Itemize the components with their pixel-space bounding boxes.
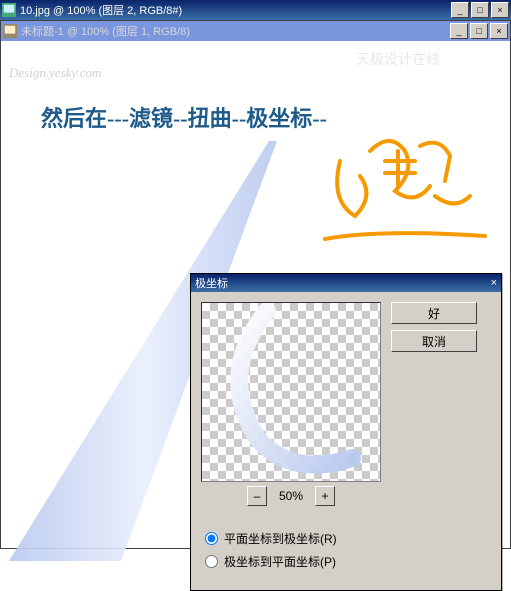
outer-window-title: 10.jpg @ 100% (图层 2, RGB/8#) (20, 2, 449, 18)
radio-rect-to-polar[interactable]: 平面坐标到极坐标(R) (205, 530, 487, 547)
maximize-button[interactable]: □ (471, 2, 489, 18)
radio-polar-to-rect-input[interactable] (205, 555, 218, 568)
canvas-area[interactable]: 天极设计在线 Design.yesky.com 然后在---滤镜--扭曲--极坐… (1, 41, 510, 548)
app-icon (2, 3, 16, 17)
dialog-title-bar[interactable]: 极坐标 × (191, 274, 501, 292)
doc-minimize-button[interactable]: _ (450, 23, 468, 39)
preview-curve-artwork (202, 303, 380, 481)
inner-title-bar: 未标题-1 @ 100% (图层 1, RGB/8) _ □ × (1, 21, 510, 41)
radio-rect-to-polar-input[interactable] (205, 532, 218, 545)
polar-coordinates-dialog: 极坐标 × – 50% + (190, 273, 502, 591)
dialog-title: 极坐标 (195, 275, 491, 291)
ok-button[interactable]: 好 (391, 302, 477, 324)
preview-area[interactable] (201, 302, 381, 482)
watermark-badge: 天极设计在线 (356, 49, 440, 69)
minimize-button[interactable]: _ (451, 2, 469, 18)
dialog-close-button[interactable]: × (491, 277, 497, 289)
radio-polar-to-rect[interactable]: 极坐标到平面坐标(P) (205, 553, 487, 570)
document-window: 未标题-1 @ 100% (图层 1, RGB/8) _ □ × 天极设计在线 … (0, 20, 511, 549)
inner-window-title: 未标题-1 @ 100% (图层 1, RGB/8) (21, 23, 448, 39)
zoom-in-button[interactable]: + (315, 486, 335, 506)
close-button[interactable]: × (491, 2, 509, 18)
annotation-text: 然后在---滤镜--扭曲--极坐标-- (41, 101, 327, 133)
doc-icon (3, 24, 17, 38)
watermark-text: Design.yesky.com (9, 65, 101, 81)
zoom-percent: 50% (279, 489, 303, 503)
radio-group: 平面坐标到极坐标(R) 极坐标到平面坐标(P) (191, 530, 501, 590)
zoom-out-button[interactable]: – (247, 486, 267, 506)
radio-polar-to-rect-label: 极坐标到平面坐标(P) (224, 553, 336, 570)
signature-artwork (320, 121, 490, 251)
outer-title-bar: 10.jpg @ 100% (图层 2, RGB/8#) _ □ × (0, 0, 511, 20)
cancel-button[interactable]: 取消 (391, 330, 477, 352)
doc-close-button[interactable]: × (490, 23, 508, 39)
doc-maximize-button[interactable]: □ (470, 23, 488, 39)
radio-rect-to-polar-label: 平面坐标到极坐标(R) (224, 530, 337, 547)
